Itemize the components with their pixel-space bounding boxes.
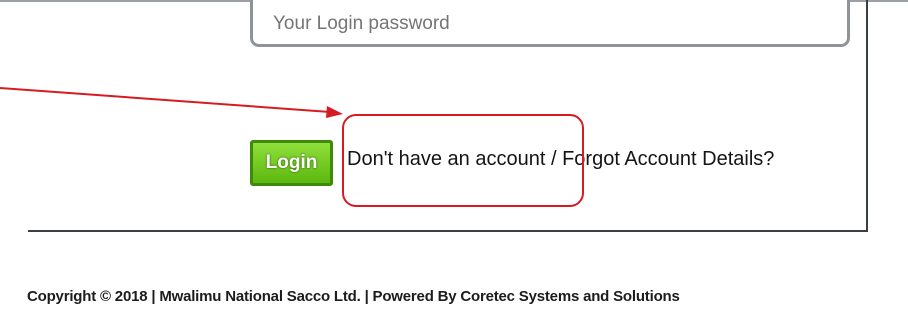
login-button[interactable]: Login (250, 140, 333, 186)
password-input[interactable] (250, 0, 850, 47)
left-margin (0, 2, 28, 232)
annotation-highlight-box (342, 114, 584, 207)
footer-copyright: Copyright © 2018 | Mwalimu National Sacc… (27, 288, 680, 305)
login-page: Login Don't have an account / Forgot Acc… (0, 0, 908, 335)
